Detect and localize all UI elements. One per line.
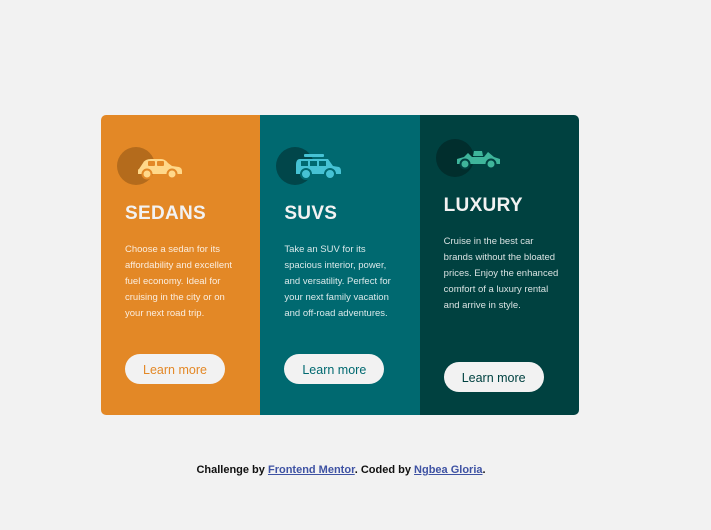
card-suvs: SUVS Take an SUV for its spacious interi… bbox=[260, 115, 420, 415]
sedan-icon-wrap bbox=[117, 147, 187, 187]
author-link[interactable]: Ngbea Gloria bbox=[414, 464, 482, 476]
learn-more-button[interactable]: Learn more bbox=[443, 362, 544, 392]
suv-car-icon bbox=[296, 154, 342, 180]
learn-more-button[interactable]: Learn more bbox=[125, 354, 225, 384]
luxury-car-icon bbox=[456, 151, 500, 170]
luxury-icon-wrap bbox=[435, 139, 506, 179]
cards-container: SEDANS Choose a sedan for its affordabil… bbox=[101, 115, 579, 415]
card-title: SUVS bbox=[284, 203, 338, 224]
card-sedans: SEDANS Choose a sedan for its affordabil… bbox=[101, 115, 261, 415]
learn-more-button[interactable]: Learn more bbox=[284, 354, 385, 384]
card-luxury: LUXURY Cruise in the best car brands wit… bbox=[419, 115, 579, 415]
suv-icon-wrap bbox=[276, 147, 346, 187]
attribution-suffix: . bbox=[482, 464, 486, 476]
card-description: Choose a sedan for its affordability and… bbox=[125, 244, 233, 319]
card-title: LUXURY bbox=[443, 195, 523, 216]
attribution-prefix: Challenge by bbox=[196, 464, 268, 476]
card-title: SEDANS bbox=[125, 203, 206, 224]
attribution: Challenge by Frontend Mentor. Coded by N… bbox=[0, 464, 682, 476]
attribution-middle: . Coded by bbox=[354, 464, 415, 476]
card-description: Cruise in the best car brands without th… bbox=[443, 236, 559, 311]
frontend-mentor-link[interactable]: Frontend Mentor bbox=[268, 464, 355, 476]
sedan-car-icon bbox=[138, 159, 182, 180]
card-description: Take an SUV for its spacious interior, p… bbox=[284, 244, 391, 319]
